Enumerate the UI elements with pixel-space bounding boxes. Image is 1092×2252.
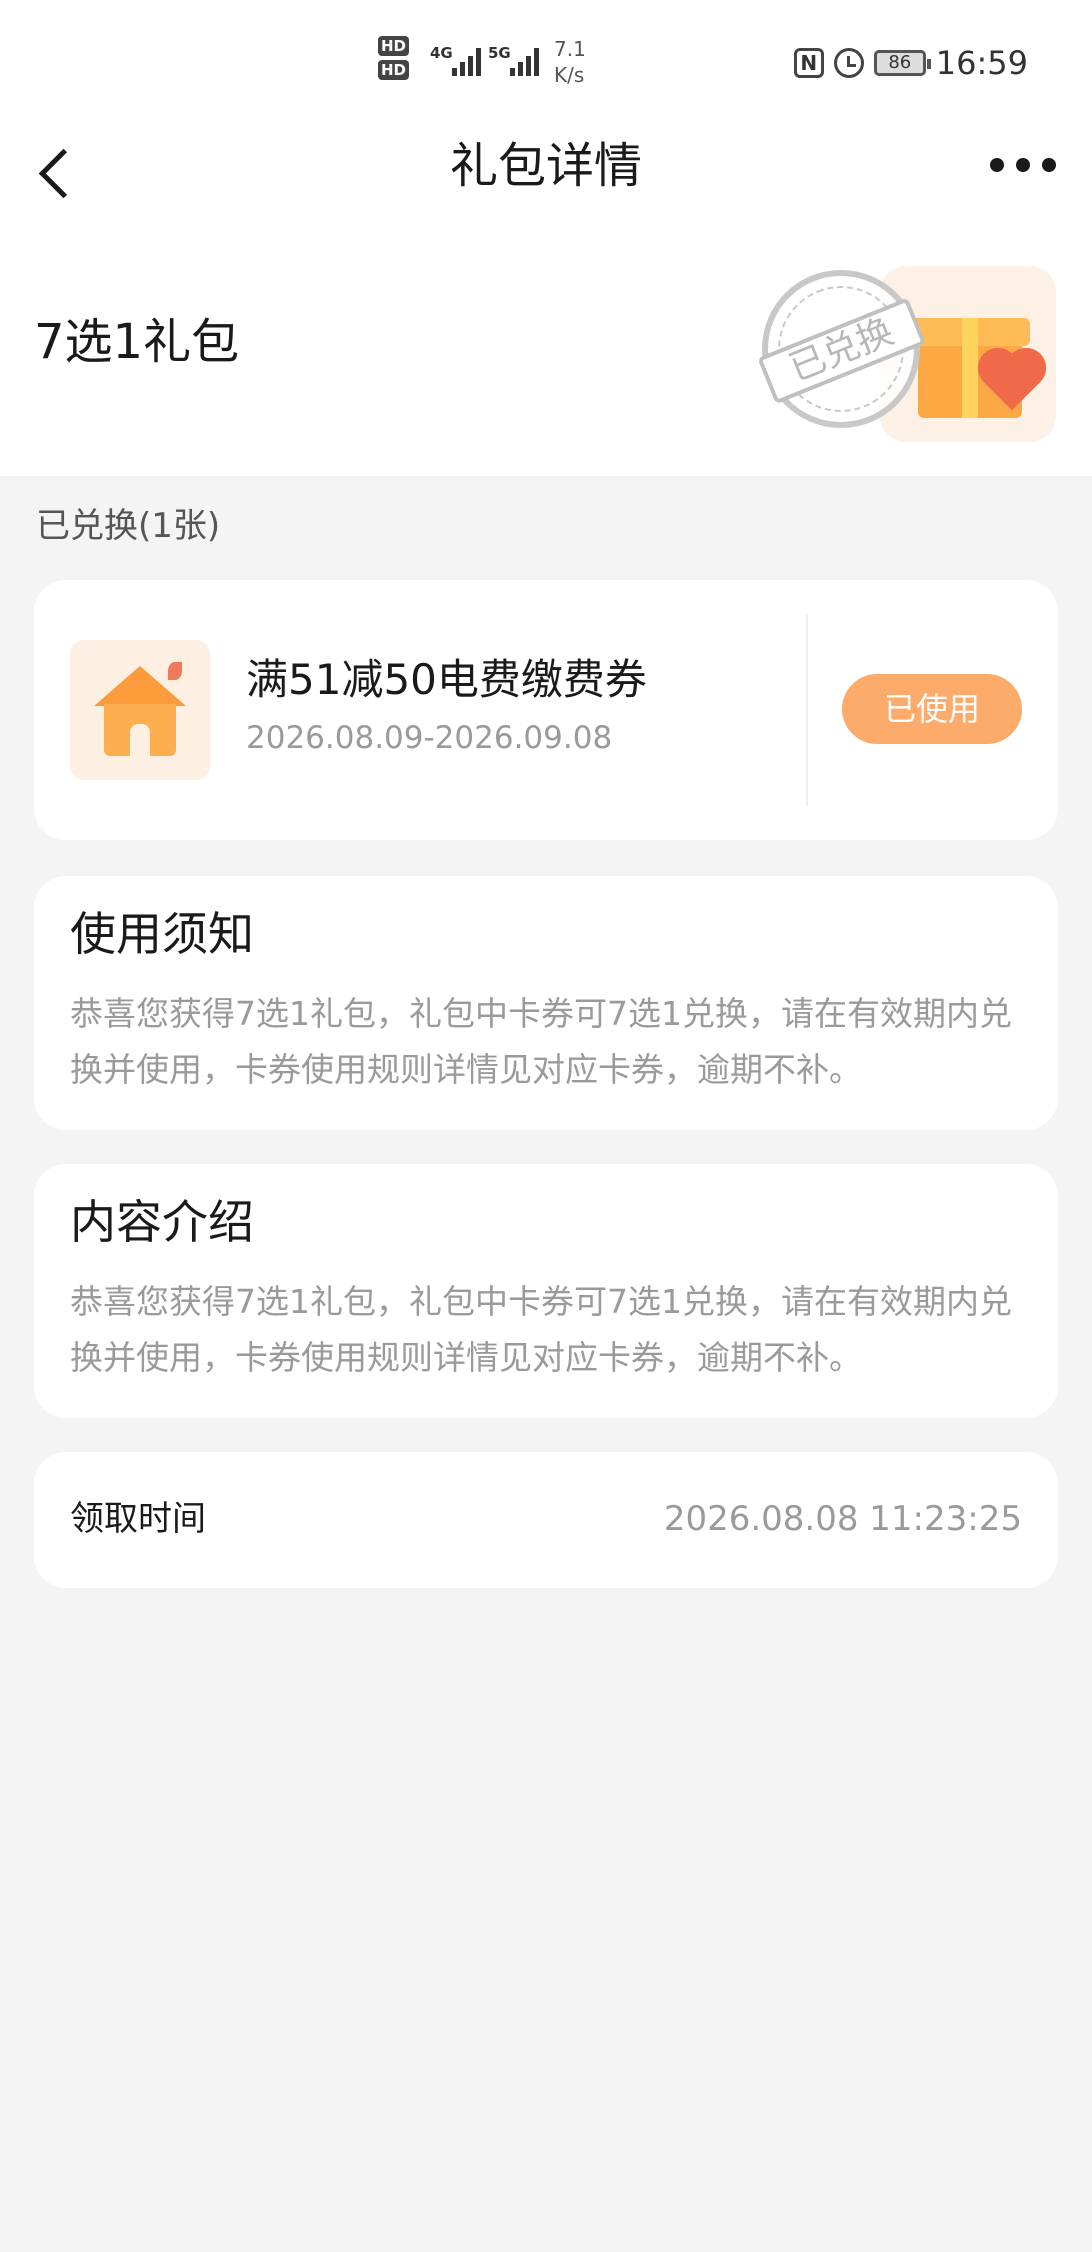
more-button[interactable] [990,158,1056,172]
hd-indicator: HD HD [378,36,410,84]
package-header: 7选1礼包 已兑换 [0,230,1092,476]
network-5g-label: 5G [488,44,511,62]
usage-notice-card: 使用须知 恭喜您获得7选1礼包，礼包中卡券可7选1兑换，请在有效期内兑换并使用，… [34,876,1058,1130]
used-button[interactable]: 已使用 [842,674,1022,744]
hd2-badge: HD [378,60,410,80]
usage-notice-body: 恭喜您获得7选1礼包，礼包中卡券可7选1兑换，请在有效期内兑换并使用，卡券使用规… [70,994,1012,1089]
stamp-text: 已兑换 [757,297,927,405]
page-title: 礼包详情 [449,138,642,194]
title-bar: 礼包详情 [0,120,1092,230]
coupon-validity: 2026.08.09-2026.09.08 [246,720,613,756]
status-bar: HD HD 4G 5G 7.1 K/s N 86 16:59 [0,0,1092,120]
usage-notice-title: 使用须知 [70,907,254,961]
alarm-icon [833,48,864,78]
network-speed: 7.1 K/s [554,36,586,88]
clock: 16:59 [935,44,1028,82]
speed-unit: K/s [554,63,585,87]
receive-time-value: 2026.08.08 11:23:25 [663,1499,1022,1539]
content-intro-card: 内容介绍 恭喜您获得7选1礼包，礼包中卡券可7选1兑换，请在有效期内兑换并使用，… [34,1164,1058,1418]
network-4g-label: 4G [430,44,453,62]
receive-time-card: 领取时间 2026.08.08 11:23:25 [34,1452,1058,1588]
content-intro-body: 恭喜您获得7选1礼包，礼包中卡券可7选1兑换，请在有效期内兑换并使用，卡券使用规… [70,1282,1012,1377]
status-right: N 86 16:59 [793,44,1028,82]
hd1-badge: HD [378,36,410,56]
speed-value: 7.1 [554,37,586,61]
coupon-divider [806,614,808,806]
content-intro-title: 内容介绍 [70,1195,254,1249]
battery-icon: 86 [873,50,931,76]
nfc-icon: N [793,48,824,78]
coupon-card[interactable]: 满51减50电费缴费券 2026.08.09-2026.09.08 已使用 [34,580,1058,840]
redeemed-count-label: 已兑换(1张) [36,506,221,546]
package-title: 7选1礼包 [34,314,240,370]
house-icon [70,640,210,780]
signal-bars-2-icon [510,46,544,76]
signal-bars-1-icon [452,46,486,76]
coupon-name: 满51减50电费缴费券 [246,655,647,704]
receive-time-label: 领取时间 [70,1499,206,1539]
